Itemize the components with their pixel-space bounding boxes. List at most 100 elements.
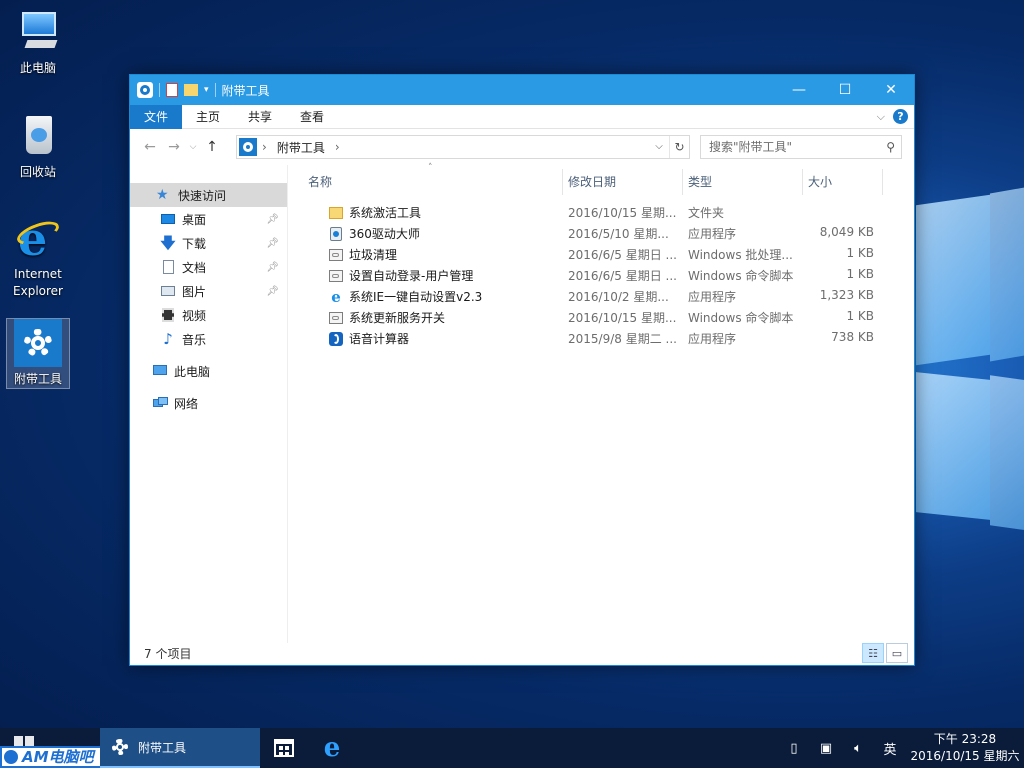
file-row[interactable]: 语音计算器 2015/9/8 星期二 ... 应用程序 738 KB: [290, 327, 914, 348]
chevron-down-icon[interactable]: ▾: [204, 85, 209, 95]
expand-ribbon-chevron-icon[interactable]: ⌵: [877, 110, 885, 124]
back-button[interactable]: ←: [138, 139, 162, 155]
desktop-icon-recycle-bin[interactable]: 回收站: [6, 112, 70, 181]
desktop-icon-tools[interactable]: 附带工具: [6, 318, 70, 389]
column-name[interactable]: 名称: [308, 173, 332, 190]
file-type: Windows 批处理...: [688, 248, 793, 262]
gear-icon: [239, 138, 257, 156]
file-size: 1 KB: [846, 309, 874, 323]
file-type: Windows 命令脚本: [688, 311, 794, 325]
nav-this-pc[interactable]: 此电脑: [130, 359, 287, 383]
file-size: 8,049 KB: [819, 225, 874, 239]
nav-label: 文档: [182, 260, 207, 275]
file-date: 2016/10/15 星期...: [568, 206, 677, 220]
file-row[interactable]: e 系统IE一键自动设置v2.3 2016/10/2 星期... 应用程序 1,3…: [290, 285, 914, 306]
column-type[interactable]: 类型: [688, 173, 712, 190]
column-date[interactable]: 修改日期: [568, 173, 616, 190]
file-date: 2016/6/5 星期日 ...: [568, 269, 677, 283]
properties-icon[interactable]: [166, 83, 178, 97]
folder-icon: [328, 205, 344, 221]
tab-share[interactable]: 共享: [234, 105, 286, 129]
desktop-icon: [160, 211, 176, 227]
nav-desktop[interactable]: 桌面 📌︎: [130, 207, 287, 231]
file-row[interactable]: 设置自动登录-用户管理 2016/6/5 星期日 ... Windows 命令脚…: [290, 264, 914, 285]
logo-badge-icon: [4, 750, 18, 764]
up-button[interactable]: ↑: [200, 139, 224, 155]
pin-icon[interactable]: 📌︎: [266, 262, 279, 273]
nav-pictures[interactable]: 图片 📌︎: [130, 279, 287, 303]
internet-explorer-icon: e: [323, 733, 341, 763]
tab-home[interactable]: 主页: [182, 105, 234, 129]
pin-icon[interactable]: 📌︎: [266, 238, 279, 249]
star-icon: ★: [156, 187, 169, 203]
volume-icon[interactable]: 🔈︎: [842, 741, 874, 756]
file-type: 应用程序: [688, 227, 737, 241]
ime-indicator[interactable]: 英: [874, 739, 906, 758]
refresh-icon[interactable]: ↻: [669, 136, 689, 158]
system-tray: ▯ ▣ 🔈︎ 英 下午 23:28 2016/10/15 星期六: [778, 728, 1024, 768]
nav-network[interactable]: 网络: [130, 391, 287, 415]
nav-downloads[interactable]: 🡇︎ 下载 📌︎: [130, 231, 287, 255]
video-icon: [160, 307, 176, 323]
batch-icon: [328, 268, 344, 284]
new-folder-icon[interactable]: [184, 84, 198, 96]
nav-documents[interactable]: 文档 📌︎: [130, 255, 287, 279]
pin-icon[interactable]: 📌︎: [266, 214, 279, 225]
taskbar-ie-button[interactable]: e: [308, 728, 356, 768]
nav-videos[interactable]: 视频: [130, 303, 287, 327]
file-row[interactable]: 系统激活工具 2016/10/15 星期... 文件夹: [290, 201, 914, 222]
logo-text: AM电脑吧: [22, 748, 94, 766]
desktop-icon-this-pc[interactable]: 此电脑: [6, 8, 70, 77]
computer-icon: [14, 8, 62, 56]
search-input[interactable]: 搜索"附带工具" ⚲: [700, 135, 902, 159]
usb-icon[interactable]: ▯: [778, 741, 810, 756]
calc-icon: [328, 331, 344, 347]
taskbar-store-button[interactable]: [260, 728, 308, 768]
address-row: ← → ⌵ ↑ › 附带工具 › ⌵ ↻ 搜索"附带工具" ⚲: [130, 129, 914, 165]
file-date: 2016/5/10 星期...: [568, 227, 669, 241]
large-icons-view-button[interactable]: ▭: [886, 643, 908, 663]
tab-file[interactable]: 文件: [130, 104, 183, 129]
file-row[interactable]: 360驱动大师 2016/5/10 星期... 应用程序 8,049 KB: [290, 222, 914, 243]
clock[interactable]: 下午 23:28 2016/10/15 星期六: [906, 731, 1024, 765]
watermark-logo: AM电脑吧: [0, 746, 104, 768]
nav-music[interactable]: ♪ 音乐: [130, 327, 287, 351]
recent-chevron-icon[interactable]: ⌵: [186, 142, 200, 152]
item-count: 7 个项目: [144, 646, 192, 661]
desktop-icon-ie[interactable]: e Internet Explorer: [6, 214, 70, 300]
file-size: 738 KB: [831, 330, 874, 344]
network-icon: [152, 395, 168, 411]
navigation-pane: ★ 快速访问 桌面 📌︎ 🡇︎ 下载 📌︎ 文档 📌︎ 图片 📌︎ 视频 ♪ 音…: [130, 165, 288, 643]
maximize-button[interactable]: ☐: [822, 75, 868, 105]
chevron-right-icon[interactable]: ›: [257, 140, 272, 154]
file-date: 2016/10/15 星期...: [568, 311, 677, 325]
tab-view[interactable]: 查看: [286, 105, 338, 129]
store-icon: [274, 739, 294, 757]
help-button[interactable]: ?: [893, 109, 908, 124]
nav-label: 下载: [182, 236, 207, 251]
file-row[interactable]: 系统更新服务开关 2016/10/15 星期... Windows 命令脚本 1…: [290, 306, 914, 327]
breadcrumb-item[interactable]: 附带工具: [272, 139, 330, 156]
close-button[interactable]: ✕: [868, 75, 914, 105]
nav-label: 视频: [182, 308, 207, 323]
column-size[interactable]: 大小: [808, 173, 832, 190]
download-icon: 🡇︎: [160, 234, 176, 252]
file-row[interactable]: 垃圾清理 2016/6/5 星期日 ... Windows 批处理... 1 K…: [290, 243, 914, 264]
address-bar[interactable]: › 附带工具 › ⌵ ↻: [236, 135, 690, 159]
nav-label: 快速访问: [178, 188, 227, 203]
forward-button[interactable]: →: [162, 139, 186, 155]
address-dropdown-icon[interactable]: ⌵: [649, 136, 669, 158]
details-view-button[interactable]: ☷: [862, 643, 884, 663]
taskbar-item-tools[interactable]: 附带工具: [100, 728, 260, 768]
title-bar[interactable]: ▾ 附带工具 — ☐ ✕: [130, 75, 914, 105]
network-status-icon[interactable]: ▣: [810, 741, 842, 756]
minimize-button[interactable]: —: [776, 75, 822, 105]
pin-icon[interactable]: 📌︎: [266, 286, 279, 297]
clock-time: 下午 23:28: [933, 732, 997, 746]
quick-access-toolbar: ▾: [130, 82, 216, 98]
file-name: 语音计算器: [349, 332, 410, 346]
chevron-right-icon[interactable]: ›: [330, 140, 345, 154]
nav-label: 音乐: [182, 332, 207, 347]
nav-quick-access[interactable]: ★ 快速访问: [130, 183, 287, 207]
nav-label: 桌面: [182, 212, 207, 227]
